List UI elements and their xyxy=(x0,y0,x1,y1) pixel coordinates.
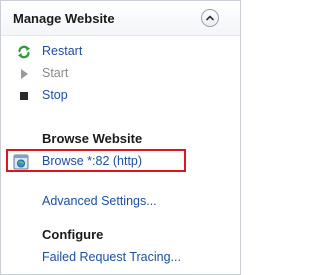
configure-heading: Configure xyxy=(42,227,104,242)
browse-web-icon xyxy=(13,154,29,170)
manage-website-panel: Manage Website Restart Start Stop Browse… xyxy=(0,0,241,275)
start-icon xyxy=(21,69,28,79)
action-advanced-settings[interactable]: Advanced Settings... xyxy=(1,191,240,213)
action-stop[interactable]: Stop xyxy=(1,85,240,107)
stop-icon xyxy=(20,92,28,100)
panel-header: Manage Website xyxy=(1,1,240,36)
action-start[interactable]: Start xyxy=(1,63,240,85)
chevron-up-icon xyxy=(206,15,214,21)
stop-link[interactable]: Stop xyxy=(42,88,68,102)
panel-title: Manage Website xyxy=(13,11,115,26)
restart-link[interactable]: Restart xyxy=(42,44,82,58)
action-restart[interactable]: Restart xyxy=(1,41,240,63)
start-link[interactable]: Start xyxy=(42,66,68,80)
collapse-button[interactable] xyxy=(201,9,219,27)
restart-icon xyxy=(18,45,30,59)
browse-link[interactable]: Browse *:82 (http) xyxy=(42,154,142,168)
failed-request-tracing-link[interactable]: Failed Request Tracing... xyxy=(42,250,181,264)
action-browse[interactable]: Browse *:82 (http) xyxy=(1,151,240,173)
advanced-settings-link[interactable]: Advanced Settings... xyxy=(42,194,157,208)
action-failed-request-tracing[interactable]: Failed Request Tracing... xyxy=(1,247,240,269)
browse-website-heading: Browse Website xyxy=(42,131,143,146)
